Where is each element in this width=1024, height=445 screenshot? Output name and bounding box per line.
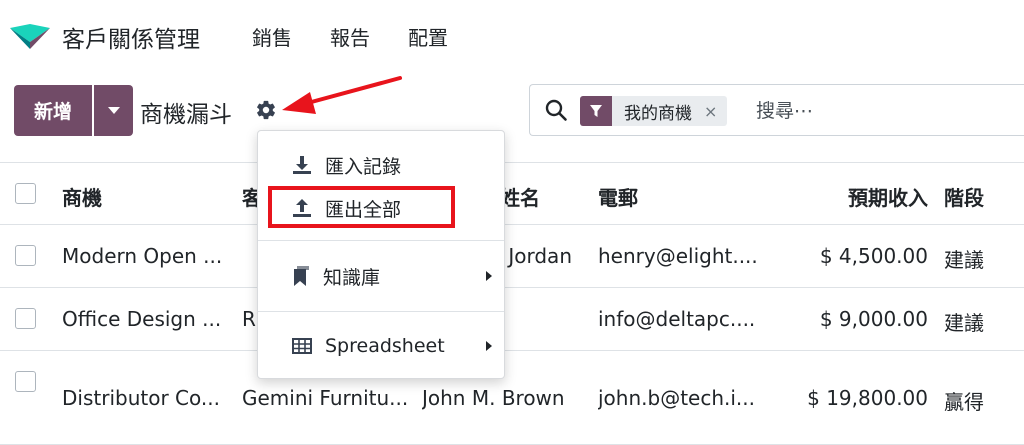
- close-icon[interactable]: ×: [700, 102, 727, 121]
- annotation-highlight-box: [268, 186, 455, 228]
- cog-actions-menu: 匯入記錄 匯出全部 知識庫 Spreadsheet: [257, 130, 505, 379]
- search-input[interactable]: [756, 97, 1006, 125]
- menu-configuration[interactable]: 配置: [408, 22, 448, 51]
- menu-item-import[interactable]: 匯入記錄: [258, 145, 504, 185]
- row-checkbox[interactable]: [15, 308, 36, 329]
- cell-revenue: $ 4,500.00: [819, 244, 928, 268]
- cell-email: henry@elight....: [598, 244, 758, 268]
- app-title[interactable]: 客戶關係管理: [62, 20, 200, 54]
- search-facet: 我的商機 ×: [580, 96, 728, 126]
- cell-opportunity: Modern Open ...: [62, 244, 223, 268]
- table-header: 商機 客 姓名 電郵 預期收入 階段: [0, 162, 1024, 225]
- cell-email: info@deltapc....: [598, 307, 756, 331]
- cell-stage: 贏得: [944, 390, 984, 414]
- menu-item-knowledge[interactable]: 知識庫: [258, 256, 504, 296]
- menu-divider: [258, 311, 504, 312]
- cell-revenue: $ 19,800.00: [807, 386, 928, 410]
- table-icon: [292, 338, 312, 354]
- cell-email: john.b@tech.i...: [598, 386, 756, 410]
- search-icon[interactable]: [544, 98, 568, 122]
- menu-item-label: 知識庫: [323, 266, 381, 289]
- menu-item-label: 匯入記錄: [325, 155, 402, 178]
- cell-customer: Gemini Furnitu...: [242, 386, 409, 410]
- table-row[interactable]: Office Design ... R info@deltapc.... $ 9…: [0, 288, 1024, 351]
- new-dropdown-toggle[interactable]: [94, 85, 133, 136]
- column-expected-revenue[interactable]: 預期收入: [780, 182, 928, 211]
- bookmark-icon: [294, 266, 309, 286]
- table-row[interactable]: Modern Open ... Henry Jordan henry@eligh…: [0, 225, 1024, 288]
- column-contact[interactable]: 姓名: [500, 182, 540, 211]
- chevron-right-icon: [486, 271, 492, 281]
- cell-opportunity: Office Design ...: [62, 307, 222, 331]
- menu-reporting[interactable]: 報告: [330, 22, 370, 51]
- column-opportunity[interactable]: 商機: [62, 182, 102, 211]
- annotation-arrow: [282, 76, 402, 114]
- new-button[interactable]: 新增: [14, 85, 92, 136]
- facet-label: 我的商機: [624, 103, 692, 124]
- row-checkbox[interactable]: [15, 371, 36, 392]
- menu-item-label: Spreadsheet: [325, 335, 445, 357]
- search-bar: 我的商機 ×: [529, 84, 1024, 136]
- menu-item-spreadsheet[interactable]: Spreadsheet: [258, 326, 504, 366]
- cell-revenue: $ 9,000.00: [819, 307, 928, 331]
- cell-opportunity: Distributor Co...: [62, 386, 220, 410]
- cell-contact: John M. Brown: [422, 386, 565, 410]
- cell-customer: R: [242, 307, 256, 331]
- download-icon: [293, 156, 311, 174]
- page-title: 商機漏斗: [140, 102, 232, 128]
- row-checkbox[interactable]: [15, 245, 36, 266]
- cell-stage: 建議: [944, 311, 984, 335]
- table-row[interactable]: Distributor Co... Gemini Furnitu... John…: [0, 351, 1024, 445]
- menu-divider: [258, 240, 504, 241]
- filter-icon: [580, 96, 612, 126]
- menu-sales[interactable]: 銷售: [252, 22, 292, 51]
- top-navbar: 客戶關係管理 銷售 報告 配置: [0, 0, 1024, 72]
- column-stage[interactable]: 階段: [944, 182, 984, 211]
- chevron-right-icon: [486, 341, 492, 351]
- column-email[interactable]: 電郵: [598, 182, 638, 211]
- cell-stage: 建議: [944, 248, 984, 272]
- select-all-checkbox[interactable]: [15, 183, 36, 204]
- chevron-down-icon: [107, 107, 120, 114]
- crm-logo-icon[interactable]: [8, 22, 52, 50]
